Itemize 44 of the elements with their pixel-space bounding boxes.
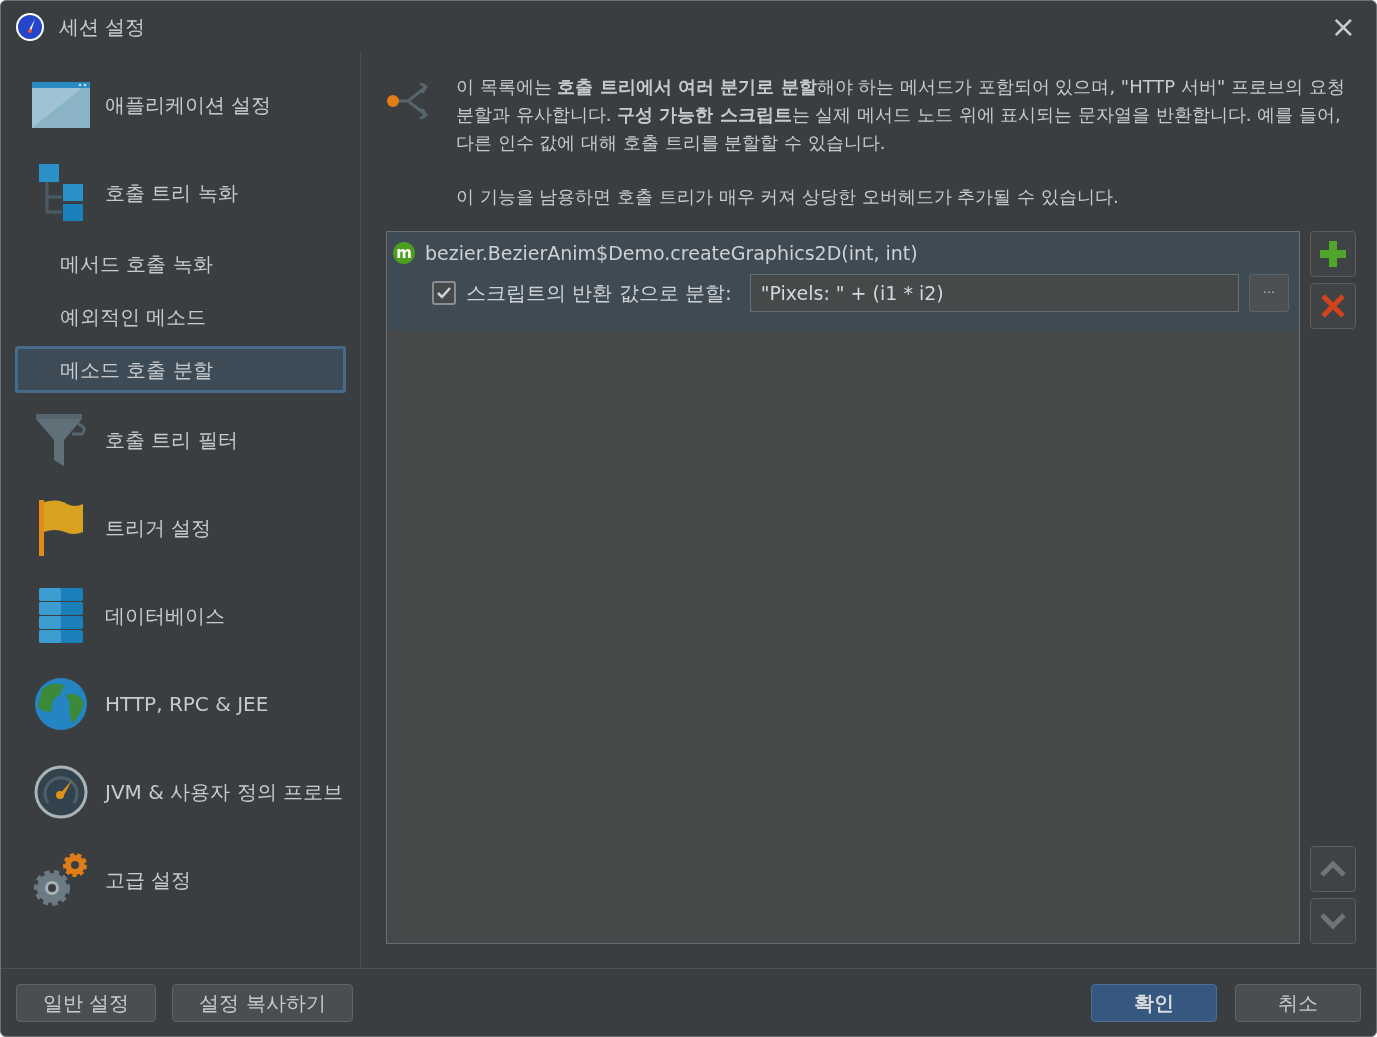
remove-button[interactable] — [1310, 283, 1356, 329]
sidebar-item[interactable]: 고급 설정 — [15, 836, 346, 924]
sidebar-item[interactable]: 데이터베이스 — [15, 572, 346, 660]
description-text: 이 기능을 남용하면 호출 트리가 매우 커져 상당한 오버헤드가 추가될 수 있습니다. — [456, 185, 1120, 209]
database-icon — [39, 588, 83, 644]
window-title: 세션 설정 — [59, 14, 146, 41]
flag-icon — [39, 500, 83, 556]
sidebar-item[interactable]: 트리거 설정 — [15, 484, 346, 572]
sidebar-item[interactable]: 메서드 호출 녹화 — [15, 240, 346, 287]
script-field[interactable]: "Pixels: " + (i1 * i2) — [749, 274, 1239, 312]
method-badge: m — [393, 242, 415, 264]
cross-icon — [1320, 293, 1346, 319]
footer-button[interactable]: 설정 복사하기 — [172, 983, 353, 1022]
checkbox[interactable] — [432, 281, 456, 305]
split-label: 스크립트의 반환 값으로 분할: — [466, 280, 732, 307]
app-icon — [15, 12, 45, 42]
method-row[interactable]: m bezier.BezierAnim$Demo.createGraphics2D(int, int) 스크립트의 반환 값으로 분할: "Pixels: " + (i1 * i2) ··· — [387, 232, 1299, 330]
method-name: bezier.BezierAnim$Demo.createGraphics2D(int, int) — [425, 240, 918, 266]
cancel-button[interactable]: 취소 — [1235, 983, 1361, 1022]
close-button[interactable]: × — [1324, 12, 1362, 42]
add-button[interactable] — [1310, 231, 1356, 277]
sidebar-item[interactable]: 호출 트리 녹화 — [15, 149, 346, 237]
sidebar-item[interactable]: JVM & 사용자 정의 프로브 — [15, 748, 346, 836]
ok-button[interactable]: 확인 — [1091, 983, 1217, 1022]
gauge-icon — [34, 765, 88, 819]
sidebar-item[interactable]: 애플리케이션 설정 — [15, 61, 346, 149]
tree-icon — [37, 164, 85, 222]
globe-icon — [34, 677, 88, 731]
funnel-icon — [34, 414, 88, 466]
sidebar-item[interactable]: 메소드 호출 분할 — [15, 346, 346, 393]
sidebar-item[interactable]: HTTP, RPC & JEE — [15, 660, 346, 748]
plus-icon — [1320, 241, 1346, 267]
window-icon — [32, 82, 90, 128]
sidebar-item[interactable]: 호출 트리 필터 — [15, 396, 346, 484]
gears-icon — [32, 852, 90, 908]
move-up-button[interactable] — [1310, 846, 1356, 892]
sidebar-item[interactable]: 예외적인 메소드 — [15, 293, 346, 340]
chevron-down-icon — [1319, 912, 1347, 930]
move-down-button[interactable] — [1310, 898, 1356, 944]
description-text: 이 목록에는 호출 트리에서 여러 분기로 분할해야 하는 메서드가 포함되어 있으며, "HTTP 서버" 프로브의 요청 분할과 유사합니다. 구성 가능한 스크립트는 실제 메서드 노드 위에 표시되는 문자열을 반환합니다. 예를 들어, 다른 인수 값에 대해 호출 트리를 분할할 수 있습니다. — [456, 75, 1346, 155]
footer-button[interactable]: 일반 설정 — [16, 983, 157, 1022]
more-button[interactable]: ··· — [1249, 274, 1289, 312]
chevron-up-icon — [1319, 860, 1347, 878]
check-icon — [436, 286, 452, 300]
